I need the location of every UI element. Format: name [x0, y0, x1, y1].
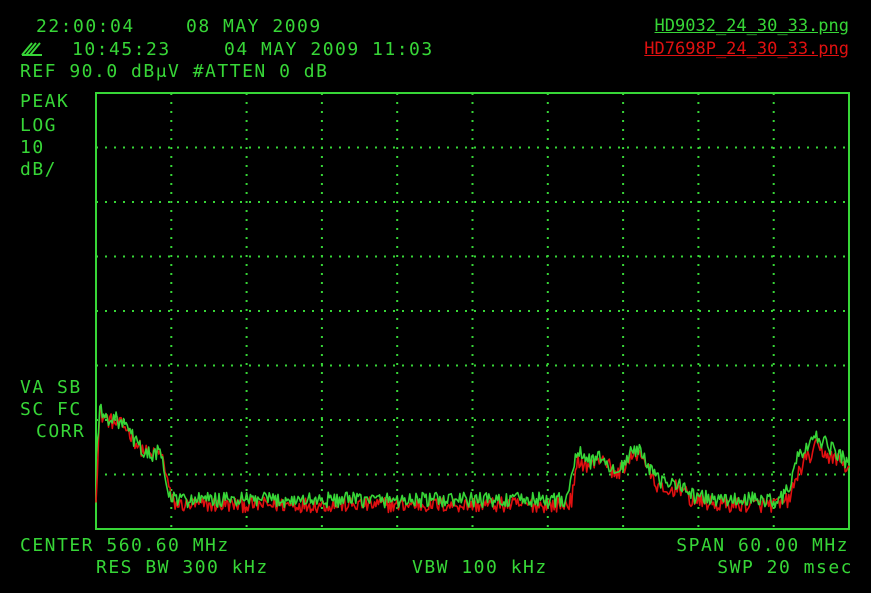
center-frequency: CENTER 560.60 MHz — [20, 535, 230, 556]
spectrum-plot — [95, 92, 850, 530]
sweep-time: SWP 20 msec — [717, 557, 853, 578]
video-bandwidth: VBW 100 kHz — [412, 557, 548, 578]
frequency-span: SPAN 60.00 MHz — [676, 535, 849, 556]
plot-grid — [96, 93, 849, 529]
resolution-bandwidth: RES BW 300 kHz — [96, 557, 269, 578]
